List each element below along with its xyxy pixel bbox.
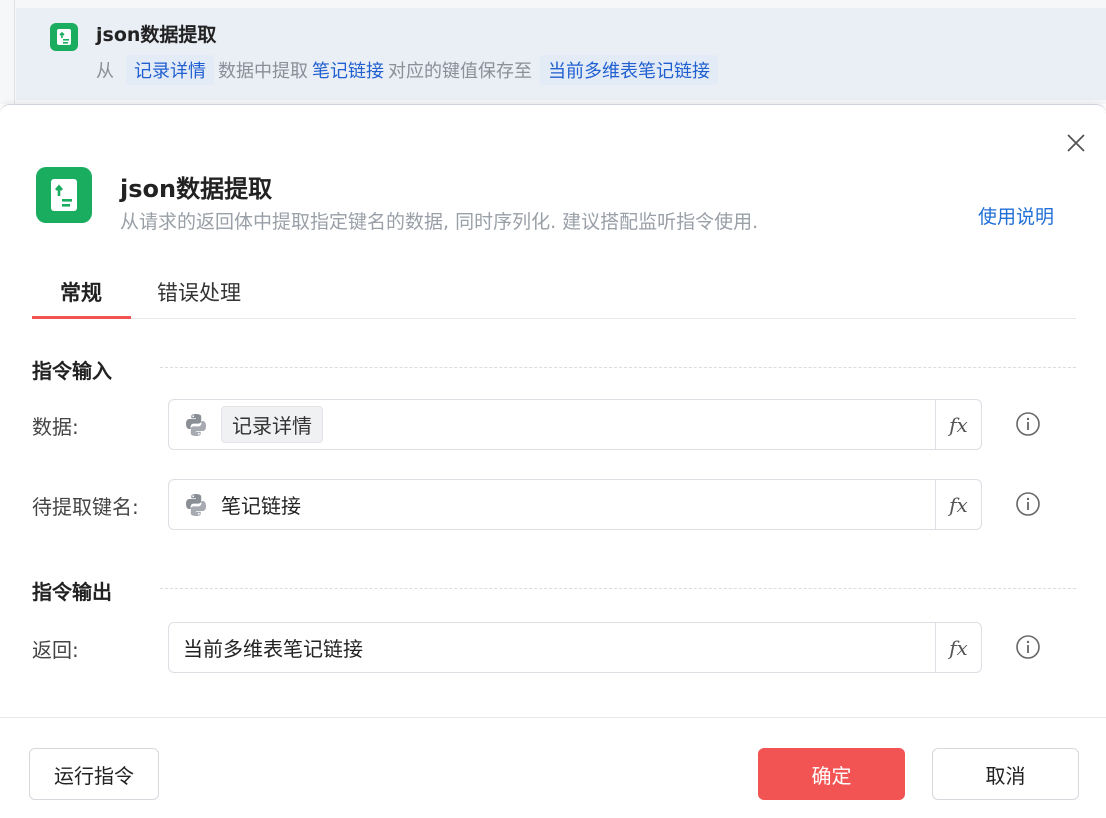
step-row-json-extract[interactable]: json数据提取 从 记录详情 数据中提取 笔记链接 对应的键值保存至 当前多维… (16, 8, 1106, 100)
tab-error-handling[interactable]: 错误处理 (157, 277, 241, 307)
return-field[interactable]: 当前多维表笔记链接 fx (168, 622, 982, 673)
command-config-dialog: json数据提取 从请求的返回体中提取指定键名的数据, 同时序列化. 建议搭配监… (0, 104, 1106, 818)
step-description: 从 记录详情 数据中提取 笔记链接 对应的键值保存至 当前多维表笔记链接 (96, 55, 722, 85)
variable-chip-record-detail: 记录详情 (221, 406, 323, 443)
dialog-description: 从请求的返回体中提取指定键名的数据, 同时序列化. 建议搭配监听指令使用. (120, 211, 759, 233)
active-tab-indicator (32, 316, 131, 319)
key-field-value: 笔记链接 (221, 494, 301, 518)
info-icon[interactable] (1015, 411, 1041, 437)
data-field[interactable]: 记录详情 fx (168, 399, 982, 450)
confirm-button[interactable]: 确定 (758, 748, 905, 800)
close-icon[interactable] (1064, 131, 1088, 155)
tab-bar: 常规 错误处理 (32, 269, 1076, 319)
field-label-key: 待提取键名: (32, 495, 139, 519)
step-desc-target-chip: 当前多维表笔记链接 (540, 55, 718, 85)
step-title: json数据提取 (96, 24, 217, 46)
step-list-rail (14, 0, 15, 104)
python-icon (186, 493, 206, 516)
dialog-title: json数据提取 (120, 175, 273, 203)
info-icon[interactable] (1015, 491, 1041, 517)
fx-button[interactable]: fx (935, 400, 981, 449)
tab-general[interactable]: 常规 (60, 277, 102, 307)
section-divider (160, 367, 1076, 368)
step-desc-source-chip: 记录详情 (126, 55, 214, 85)
info-icon[interactable] (1015, 634, 1041, 660)
step-desc-from: 从 (96, 61, 114, 82)
json-extract-icon (50, 23, 78, 51)
footer-divider (0, 717, 1106, 718)
cancel-button[interactable]: 取消 (932, 748, 1079, 800)
return-field-value: 当前多维表笔记链接 (183, 637, 363, 661)
python-icon (186, 413, 206, 436)
section-title-output: 指令输出 (32, 580, 112, 604)
key-field[interactable]: 笔记链接 fx (168, 479, 982, 530)
field-label-return: 返回: (32, 638, 79, 662)
section-divider (160, 588, 1076, 589)
section-title-input: 指令输入 (32, 359, 112, 383)
fx-button[interactable]: fx (935, 480, 981, 529)
run-command-button[interactable]: 运行指令 (29, 748, 159, 800)
json-extract-icon (36, 167, 92, 223)
step-desc-mid: 数据中提取 (218, 61, 308, 82)
help-link[interactable]: 使用说明 (978, 202, 1054, 229)
step-desc-save: 对应的键值保存至 (388, 61, 532, 82)
step-desc-key: 笔记链接 (312, 61, 384, 82)
fx-button[interactable]: fx (935, 623, 981, 672)
field-label-data: 数据: (32, 415, 79, 439)
